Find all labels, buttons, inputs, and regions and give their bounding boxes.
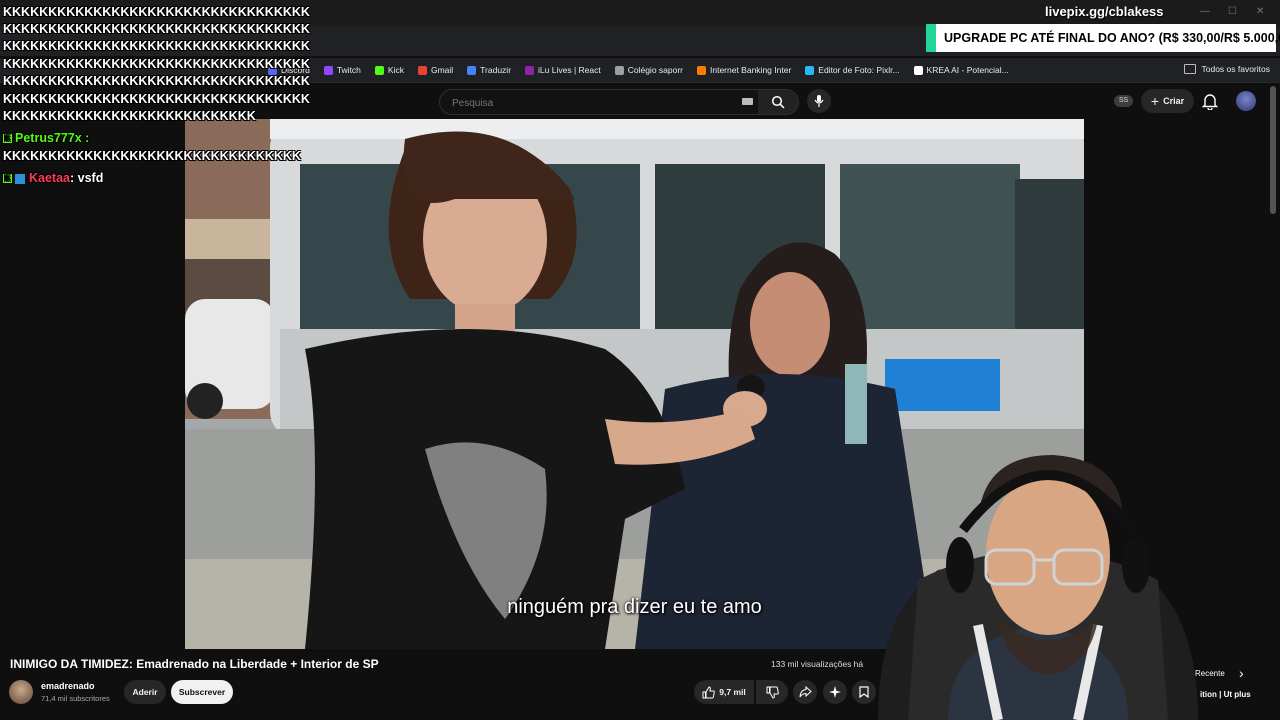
plus-icon: + bbox=[1150, 93, 1160, 109]
search-icon bbox=[771, 95, 785, 109]
bookmark-label: iLu Lives | React bbox=[538, 65, 601, 75]
subscriber-badge-icon bbox=[15, 173, 25, 184]
bookmark-label: KREA AI - Potencial... bbox=[926, 65, 1009, 75]
bookmark-krea[interactable]: KREA AI - Potencial... bbox=[913, 65, 1009, 75]
bookmark-label: Kick bbox=[387, 65, 404, 75]
chat-message-text: : vsfd bbox=[70, 171, 104, 185]
chat-message: KKKKKKKKKKKKKKKKKKKKKKKKKKKKKKKKKK bbox=[3, 39, 310, 53]
bookmark-kick[interactable]: Kick bbox=[374, 65, 404, 75]
search-input[interactable] bbox=[450, 90, 734, 116]
krea-icon bbox=[913, 65, 923, 75]
bookmark-colegio[interactable]: Colégio saporr bbox=[614, 65, 683, 75]
account-avatar[interactable] bbox=[1236, 91, 1256, 111]
chat-message-text: KKKKKKKKKKKKKKKKKKKKKKKKKKKKKKKKK bbox=[3, 149, 301, 163]
ilu-icon bbox=[525, 65, 535, 75]
mic-icon bbox=[814, 95, 824, 107]
notifications-button[interactable] bbox=[1201, 92, 1219, 115]
kick-icon: K bbox=[3, 134, 12, 144]
chat-message: KKKKKKKKKKKKKKKKKKKKKKKKKKKKKKKKKK bbox=[3, 5, 310, 19]
thumbs-up-icon bbox=[702, 685, 716, 698]
chat-message: KKKKKKKKKKKKKKKKKKKKKKKKKKKKKKKKKK bbox=[3, 92, 310, 106]
bookmark-traduzir[interactable]: Traduzir bbox=[467, 65, 511, 75]
share-button[interactable] bbox=[793, 680, 817, 704]
translate-icon bbox=[467, 65, 477, 75]
gmail-icon bbox=[417, 65, 427, 75]
thumbs-down-icon bbox=[766, 686, 779, 699]
donation-goal-banner: UPGRADE PC ATÉ FINAL DO ANO? (R$ 330,00/… bbox=[926, 24, 1280, 52]
all-favorites-label: Todos os favoritos bbox=[1201, 64, 1270, 74]
bookmark-label: Colégio saporr bbox=[627, 65, 683, 75]
search-box[interactable] bbox=[439, 89, 760, 116]
bookmark-label: Twitch bbox=[336, 65, 361, 75]
join-button[interactable]: Aderir bbox=[124, 680, 166, 704]
voice-search-button[interactable] bbox=[807, 89, 831, 113]
all-favorites[interactable]: Todos os favoritos bbox=[1184, 64, 1270, 74]
channel-subscriber-count: 71,4 mil subscritores bbox=[41, 694, 110, 703]
maximize-button[interactable]: ☐ bbox=[1228, 6, 1237, 17]
like-button[interactable]: 9,7 mil bbox=[694, 680, 754, 704]
chat-message: KKKKKKKKKKKKKKKKKKKKKKKKKKKKKKKKKK bbox=[3, 74, 310, 88]
keyboard-icon[interactable] bbox=[742, 98, 753, 105]
livepix-link: livepix.gg/cblakess bbox=[1045, 4, 1164, 19]
bookmark-ilu-lives[interactable]: iLu Lives | React bbox=[525, 65, 601, 75]
sparkle-icon bbox=[829, 686, 841, 698]
inter-icon bbox=[697, 65, 706, 75]
pixlr-icon bbox=[805, 65, 815, 75]
bell-icon bbox=[1201, 94, 1219, 111]
create-button[interactable]: + Criar bbox=[1141, 89, 1194, 113]
bookmark-label: Gmail bbox=[430, 65, 454, 75]
bookmark-label: Traduzir bbox=[480, 65, 512, 75]
bookmark-pixlr[interactable]: Editor de Foto: Pixlr... bbox=[805, 65, 900, 75]
chat-username: Kaetaa bbox=[29, 171, 70, 185]
view-count: 133 mil visualizações há bbox=[771, 659, 864, 669]
ss-badge[interactable]: SS bbox=[1114, 95, 1133, 107]
chevron-right-icon[interactable]: › bbox=[1239, 665, 1244, 681]
bookmark-twitch[interactable]: Twitch bbox=[323, 65, 361, 75]
bookmark-gmail[interactable]: Gmail bbox=[417, 65, 454, 75]
minimize-button[interactable]: — bbox=[1200, 6, 1210, 17]
globe-icon bbox=[614, 65, 624, 75]
chat-message-kaetaa: K Kaetaa: vsfd bbox=[3, 170, 103, 187]
bookmark-label: Editor de Foto: Pixlr... bbox=[818, 65, 900, 75]
dislike-button[interactable] bbox=[756, 680, 788, 704]
kick-icon: K bbox=[3, 174, 12, 184]
chat-message: KKKKKKKKKKKKKKKKKKKKKKKKKKKKKKKKKK bbox=[3, 22, 310, 36]
create-label: Criar bbox=[1163, 96, 1185, 106]
like-count: 9,7 mil bbox=[719, 687, 746, 697]
ask-ai-button[interactable] bbox=[823, 680, 847, 704]
bookmark-inter[interactable]: Internet Banking Inter bbox=[697, 65, 791, 75]
twitch-icon bbox=[323, 65, 333, 75]
subscribe-button[interactable]: Subscrever bbox=[171, 680, 233, 704]
kick-icon bbox=[374, 65, 384, 75]
folder-icon bbox=[1184, 64, 1197, 74]
page-scrollbar[interactable] bbox=[1270, 86, 1276, 214]
search-button[interactable] bbox=[758, 89, 799, 115]
streamer-webcam bbox=[858, 450, 1218, 720]
chat-message: KKKKKKKKKKKKKKKKKKKKKKKKKKKK bbox=[3, 109, 256, 123]
chat-username: Petrus777x : bbox=[15, 131, 90, 145]
close-button[interactable]: ✕ bbox=[1256, 6, 1264, 17]
share-icon bbox=[799, 686, 812, 698]
video-title: INIMIGO DA TIMIDEZ: Emadrenado na Liberd… bbox=[10, 657, 379, 671]
webcam-frame bbox=[878, 455, 1198, 720]
channel-avatar[interactable] bbox=[9, 680, 33, 704]
bookmark-label: Internet Banking Inter bbox=[710, 65, 792, 75]
channel-name[interactable]: emadrenado bbox=[41, 681, 95, 691]
chat-message-petrus: K Petrus777x : bbox=[3, 130, 89, 147]
chat-message: KKKKKKKKKKKKKKKKKKKKKKKKKKKKKKKKKK bbox=[3, 57, 310, 71]
